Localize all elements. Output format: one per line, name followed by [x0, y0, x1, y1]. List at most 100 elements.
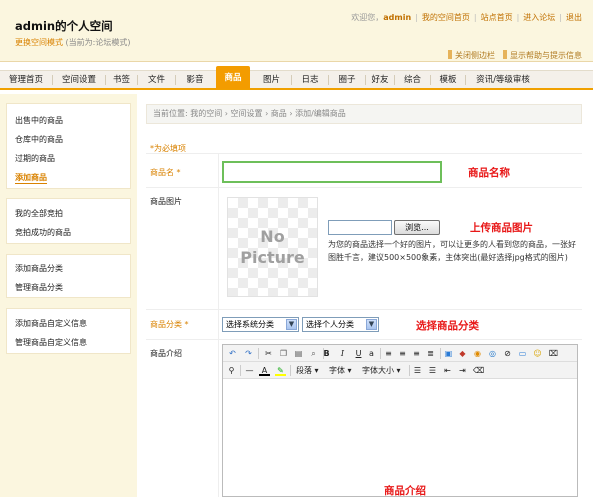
- sidebar-item-manage-category[interactable]: 管理商品分类: [15, 282, 63, 293]
- chevron-down-icon: ▼: [286, 319, 297, 330]
- logout-link[interactable]: 退出: [566, 13, 582, 22]
- close-sidebar-link[interactable]: 关闭侧边栏: [455, 51, 495, 60]
- image-label: 商品图片: [150, 197, 182, 206]
- bold-icon[interactable]: B: [321, 348, 332, 359]
- username-link[interactable]: admin: [383, 13, 411, 22]
- align-left-icon[interactable]: ≡: [383, 348, 394, 359]
- sidebar-item-on-sale[interactable]: 出售中的商品: [15, 115, 63, 126]
- font-select[interactable]: 字体 ▾: [329, 365, 352, 376]
- strike-icon[interactable]: a: [366, 348, 377, 359]
- sidebar-item-won-auctions[interactable]: 竞拍成功的商品: [15, 227, 71, 238]
- my-space-link[interactable]: 我的空间首页: [422, 13, 470, 22]
- tab-circles[interactable]: 圈子: [329, 71, 365, 89]
- align-center-icon[interactable]: ≡: [397, 348, 408, 359]
- highlight-icon[interactable]: ✎: [275, 365, 286, 376]
- sidebar-item-add-goods[interactable]: 添加商品: [15, 172, 47, 184]
- header: admin的个人空间 更换空间模式 (当前为:论坛模式) 欢迎您，admin | 我…: [0, 0, 593, 62]
- tab-news-level[interactable]: 资讯/等级审核: [466, 71, 540, 89]
- font-color-icon[interactable]: A: [259, 365, 270, 376]
- font-size-select[interactable]: 字体大小 ▾: [362, 365, 401, 376]
- sidebar-item-all-auctions[interactable]: 我的全部竞拍: [15, 208, 63, 219]
- goods-name-input[interactable]: [222, 161, 442, 183]
- help-toggle-icon: [503, 50, 507, 59]
- sidebar: 出售中的商品 仓库中的商品 过期的商品 添加商品 我的全部竞拍 竞拍成功的商品 …: [0, 94, 137, 497]
- undo-icon[interactable]: ↶: [227, 348, 238, 359]
- sidebar-item-add-custom[interactable]: 添加商品自定义信息: [15, 318, 87, 329]
- tab-pictures[interactable]: 图片: [252, 71, 291, 89]
- link-icon[interactable]: ⊘: [502, 348, 513, 359]
- sidebar-group-category: 添加商品分类 管理商品分类: [6, 254, 131, 298]
- tab-admin-home[interactable]: 管理首页: [0, 71, 52, 89]
- sidebar-item-expired[interactable]: 过期的商品: [15, 153, 55, 164]
- editor-toolbar-2: ⚲ — A ✎ 段落 ▾ 字体 ▾ 字体大小 ▾ ☰ ☰ ⇤ ⇥ ⌫: [223, 362, 577, 379]
- find-replace-icon[interactable]: ⌕: [308, 348, 319, 359]
- intro-label: 商品介绍: [150, 349, 182, 358]
- no-picture-line2: Picture: [240, 248, 305, 267]
- show-help-link[interactable]: 显示帮助与提示信息: [510, 51, 582, 60]
- divider: [146, 187, 582, 188]
- zoom-icon[interactable]: ⚲: [226, 365, 237, 376]
- label-divider: [218, 153, 219, 497]
- mode-line: 更换空间模式 (当前为:论坛模式): [15, 37, 130, 48]
- site-title: admin的个人空间: [15, 19, 113, 33]
- ordered-list-icon[interactable]: ☰: [412, 365, 423, 376]
- chevron-down-icon: ▼: [366, 319, 377, 330]
- italic-icon[interactable]: I: [337, 348, 348, 359]
- tab-bookmarks[interactable]: 书签: [106, 71, 137, 89]
- tab-media[interactable]: 影音: [176, 71, 214, 89]
- media-icon[interactable]: ◉: [472, 348, 483, 359]
- sidebar-group-custom: 添加商品自定义信息 管理商品自定义信息: [6, 308, 131, 354]
- file-path-input[interactable]: [328, 220, 392, 235]
- name-annotation: 商品名称: [468, 167, 510, 179]
- welcome-text: 欢迎您，: [351, 13, 384, 22]
- redo-icon[interactable]: ↷: [243, 348, 254, 359]
- image-annotation: 上传商品图片: [470, 222, 533, 234]
- cut-icon[interactable]: ✂: [263, 348, 274, 359]
- tab-friends[interactable]: 好友: [366, 71, 394, 89]
- underline-icon[interactable]: U: [353, 348, 364, 359]
- copy-icon[interactable]: ❐: [278, 348, 289, 359]
- no-picture-placeholder: No Picture: [227, 197, 318, 297]
- sidebar-item-warehouse[interactable]: 仓库中的商品: [15, 134, 63, 145]
- flash-icon[interactable]: ◆: [457, 348, 468, 359]
- realplayer-icon[interactable]: ◎: [487, 348, 498, 359]
- align-right-icon[interactable]: ≡: [411, 348, 422, 359]
- browse-button[interactable]: 浏览...: [394, 220, 440, 235]
- personal-category-select[interactable]: 选择个人分类 ▼: [302, 317, 379, 332]
- top-links: 欢迎您，admin | 我的空间首页 | 站点首页 | 进入论坛 | 退出: [351, 13, 582, 22]
- image-note: 为您的商品选择一个好的图片，可以让更多的人看到您的商品，一张好图胜千言，建议50…: [328, 240, 576, 262]
- image-icon[interactable]: ▣: [443, 348, 454, 359]
- tab-blog[interactable]: 日志: [292, 71, 328, 89]
- unordered-list-icon[interactable]: ☰: [427, 365, 438, 376]
- tab-space-settings[interactable]: 空间设置: [53, 71, 105, 89]
- paragraph-select[interactable]: 段落 ▾: [296, 365, 319, 376]
- name-label: 商品名 *: [150, 168, 181, 177]
- tab-files[interactable]: 文件: [138, 71, 175, 89]
- paste-icon[interactable]: ▤: [293, 348, 304, 359]
- enter-forum-link[interactable]: 进入论坛: [523, 13, 555, 22]
- divider: [146, 309, 582, 310]
- sidebar-item-manage-custom[interactable]: 管理商品自定义信息: [15, 337, 87, 348]
- intro-annotation: 商品介绍: [384, 485, 426, 497]
- rich-text-editor[interactable]: ↶ ↷ ✂ ❐ ▤ ⌕ B I U a ≡ ≡ ≡ ≣ ▣ ◆ ◉ ◎ ⊘ ▭ …: [222, 344, 578, 497]
- table-icon[interactable]: ▭: [517, 348, 528, 359]
- horizontal-rule-icon[interactable]: —: [244, 365, 255, 376]
- sidebar-group-auction: 我的全部竞拍 竞拍成功的商品: [6, 198, 131, 244]
- sidebar-item-add-category[interactable]: 添加商品分类: [15, 263, 63, 274]
- tab-templates[interactable]: 模板: [431, 71, 465, 89]
- source-code-icon[interactable]: ⌧: [548, 348, 559, 359]
- remove-format-icon[interactable]: ⌫: [473, 365, 484, 376]
- emoticon-icon[interactable]: ☺: [532, 348, 543, 359]
- tab-general[interactable]: 综合: [395, 71, 430, 89]
- indent-icon[interactable]: ⇥: [457, 365, 468, 376]
- editor-toolbar-1: ↶ ↷ ✂ ❐ ▤ ⌕ B I U a ≡ ≡ ≡ ≣ ▣ ◆ ◉ ◎ ⊘ ▭ …: [223, 345, 577, 362]
- outdent-icon[interactable]: ⇤: [442, 365, 453, 376]
- category-annotation: 选择商品分类: [416, 320, 479, 332]
- category-label: 商品分类 *: [150, 320, 189, 329]
- hint-links: 关闭侧边栏 显示帮助与提示信息: [440, 50, 582, 61]
- tab-goods[interactable]: 商品: [216, 66, 250, 89]
- align-justify-icon[interactable]: ≣: [425, 348, 436, 359]
- site-home-link[interactable]: 站点首页: [481, 13, 513, 22]
- switch-mode-link[interactable]: 更换空间模式: [15, 38, 63, 47]
- system-category-select[interactable]: 选择系统分类 ▼: [222, 317, 299, 332]
